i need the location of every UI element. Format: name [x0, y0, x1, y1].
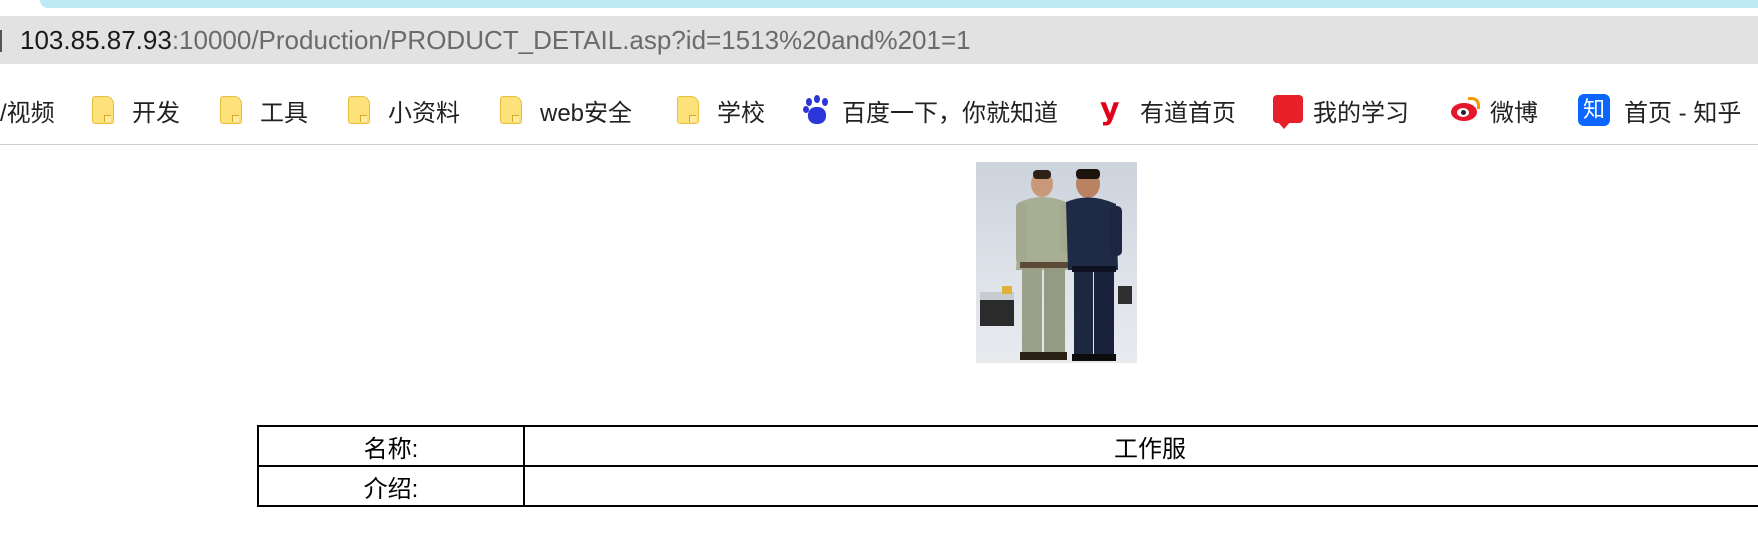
bookmark-folder-gongju[interactable]: 工具	[220, 88, 308, 132]
zhihu-icon: 知	[1578, 94, 1610, 126]
bookmark-label: web安全	[540, 99, 633, 127]
url-text[interactable]: 103.85.87.93:10000/Production/PRODUCT_DE…	[20, 16, 971, 64]
baidu-icon	[802, 95, 828, 125]
name-value: 工作服	[523, 425, 1758, 467]
table-row: 名称: 工作服	[257, 425, 1758, 467]
folder-icon	[677, 95, 703, 125]
bookmark-label: /视频	[0, 99, 55, 127]
bookmark-label: 小资料	[388, 99, 460, 127]
bookmark-my-study[interactable]: 我的学习	[1273, 88, 1409, 132]
folder-icon	[92, 95, 118, 125]
folder-icon	[348, 95, 374, 125]
bookmark-zhihu[interactable]: 知 首页 - 知乎	[1578, 88, 1741, 132]
bookmark-folder-xiaoziliao[interactable]: 小资料	[348, 88, 460, 132]
url-path: :10000/Production/PRODUCT_DETAIL.asp?id=…	[171, 25, 971, 55]
name-label: 名称:	[257, 425, 525, 467]
bookmark-label: 微博	[1490, 99, 1538, 127]
bookmark-folder-kaifa[interactable]: 开发	[92, 88, 180, 132]
bookmark-label: 百度一下，你就知道	[842, 99, 1058, 127]
folder-icon	[220, 95, 246, 125]
bookmark-baidu[interactable]: 百度一下，你就知道	[802, 88, 1058, 132]
bookmark-folder-xuexiao[interactable]: 学校	[677, 88, 765, 132]
bookmark-weibo[interactable]: 微博	[1450, 88, 1538, 132]
workwear-photo-icon	[980, 169, 1132, 361]
intro-value	[523, 465, 1758, 507]
intro-label: 介绍:	[257, 465, 525, 507]
active-tab[interactable]	[40, 0, 1758, 8]
bookmarks-bar: /视频 开发 工具 小资料 web安全 学校 百度一下，你就知道 y 有道首页 …	[0, 76, 1758, 145]
bookmark-label: 开发	[132, 99, 180, 127]
product-detail-table: 名称: 工作服 介绍:	[257, 425, 1758, 507]
bookmark-label: 我的学习	[1313, 99, 1409, 127]
bookmark-label: 工具	[260, 99, 308, 127]
text-caret	[0, 30, 2, 52]
youdao-icon: y	[1100, 92, 1120, 127]
product-image	[976, 162, 1137, 363]
folder-icon	[500, 95, 526, 125]
tab-strip	[0, 0, 1758, 9]
bookmark-youdao[interactable]: y 有道首页	[1100, 88, 1236, 132]
address-bar[interactable]: 103.85.87.93:10000/Production/PRODUCT_DE…	[0, 16, 1758, 64]
bookmark-folder-websecurity[interactable]: web安全	[500, 88, 632, 132]
bookmark-label: 首页 - 知乎	[1624, 99, 1742, 127]
table-row: 介绍:	[257, 465, 1758, 507]
bookmark-label: 学校	[717, 99, 765, 127]
study-icon	[1273, 95, 1303, 129]
bookmark-label: 有道首页	[1140, 99, 1236, 127]
bookmark-video[interactable]: /视频	[0, 88, 55, 132]
url-host: 103.85.87.93	[20, 25, 172, 55]
weibo-icon	[1450, 95, 1480, 125]
